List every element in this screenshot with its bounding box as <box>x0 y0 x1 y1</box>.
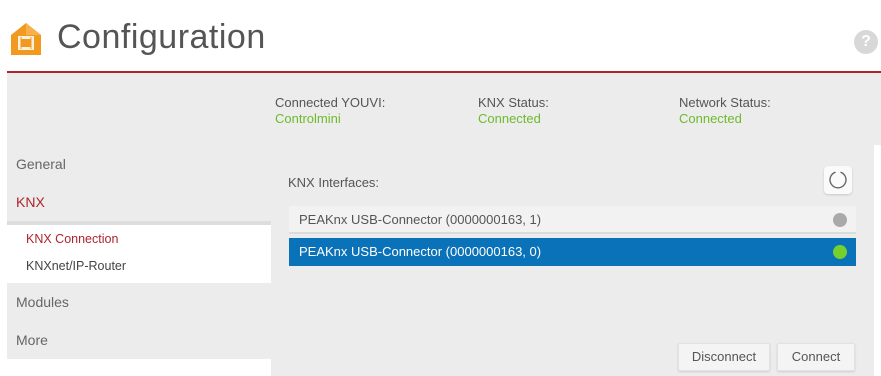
interface-status-dot <box>833 245 847 259</box>
sidebar-item-modules[interactable]: Modules <box>7 283 271 321</box>
help-icon[interactable]: ? <box>854 30 878 54</box>
sidebar-item-knx[interactable]: KNX <box>7 183 271 221</box>
refresh-button[interactable] <box>824 166 852 194</box>
network-status: Network Status: Connected <box>679 95 771 126</box>
sidebar: General KNX KNX Connection KNXnet/IP-Rou… <box>7 145 271 376</box>
sidebar-item-knxnet-router[interactable]: KNXnet/IP-Router <box>26 259 126 273</box>
sidebar-item-general[interactable]: General <box>7 145 271 183</box>
interface-name: PEAKnx USB-Connector (0000000163, 0) <box>299 244 542 259</box>
sidebar-item-knx-connection[interactable]: KNX Connection <box>26 232 118 246</box>
network-status-value: Connected <box>679 111 742 126</box>
sidebar-item-more[interactable]: More <box>7 321 271 359</box>
interface-row-selected[interactable]: PEAKnx USB-Connector (0000000163, 0) <box>289 238 856 266</box>
youvi-status: Connected YOUVI: Controlmini <box>275 95 385 126</box>
status-bar: Connected YOUVI: Controlmini KNX Status:… <box>7 73 881 145</box>
knx-status-value: Connected <box>478 111 541 126</box>
connect-button[interactable]: Connect <box>777 343 855 371</box>
header: Configuration ? <box>0 0 881 73</box>
interface-row[interactable]: PEAKnx USB-Connector (0000000163, 1) <box>289 206 856 234</box>
interface-status-dot <box>833 213 847 227</box>
house-logo-icon <box>11 23 41 55</box>
page-title: Configuration <box>57 18 266 56</box>
disconnect-button[interactable]: Disconnect <box>678 343 770 371</box>
network-status-label: Network Status: <box>679 95 771 110</box>
youvi-status-label: Connected YOUVI: <box>275 95 386 110</box>
knx-interfaces-label: KNX Interfaces: <box>288 175 380 190</box>
interface-name: PEAKnx USB-Connector (0000000163, 1) <box>299 212 542 227</box>
youvi-status-value: Controlmini <box>275 111 341 126</box>
refresh-icon <box>829 171 847 189</box>
main-panel: KNX Interfaces: PEAKnx USB-Connector (00… <box>271 145 874 376</box>
knx-status: KNX Status: Connected <box>478 95 549 126</box>
knx-status-label: KNX Status: <box>478 95 549 110</box>
sidebar-divider <box>7 221 271 225</box>
